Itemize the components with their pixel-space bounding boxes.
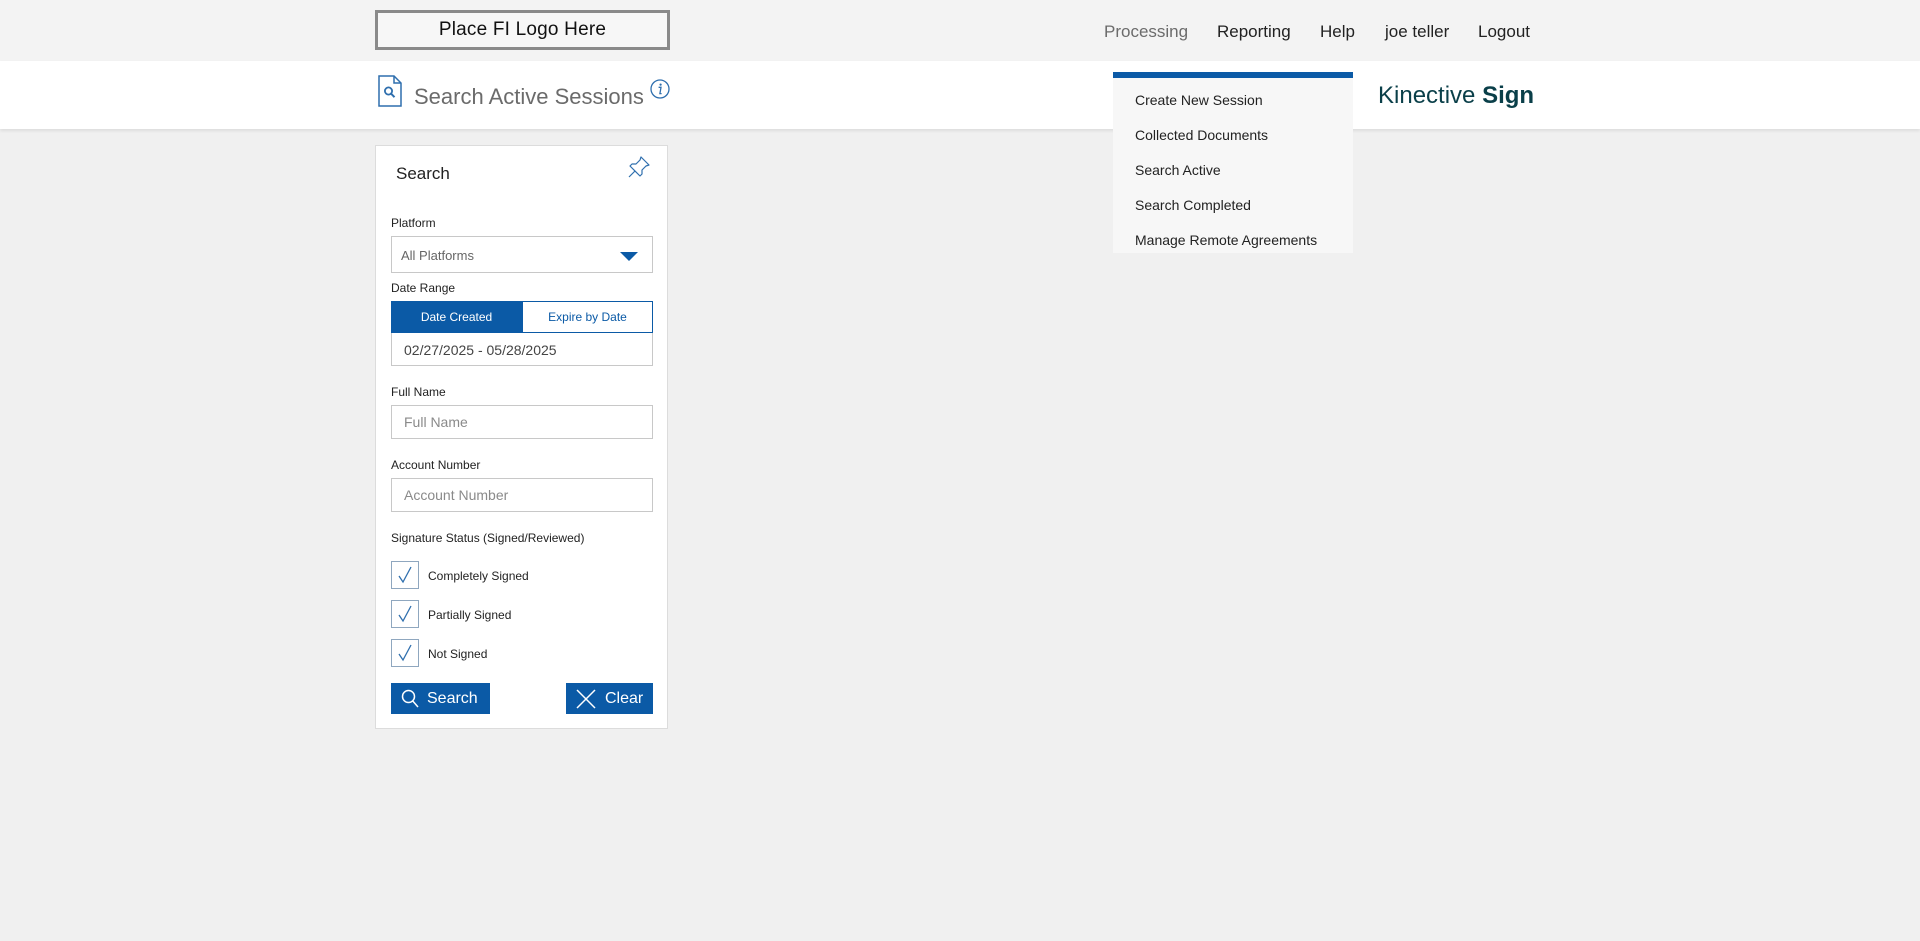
partially-signed-checkbox[interactable] bbox=[391, 600, 419, 628]
platform-label: Platform bbox=[391, 216, 436, 230]
logo-text: Place FI Logo Here bbox=[438, 19, 607, 40]
top-navigation-bar: Place FI Logo Here Processing Reporting … bbox=[0, 0, 1920, 61]
menu-item-search-completed[interactable]: Search Completed bbox=[1135, 197, 1251, 213]
nav-help[interactable]: Help bbox=[1320, 22, 1355, 42]
date-range-field[interactable]: 02/27/2025 - 05/28/2025 bbox=[391, 333, 653, 366]
brand-name-bold: Sign bbox=[1482, 82, 1535, 109]
signature-status-label: Signature Status (Signed/Reviewed) bbox=[391, 531, 585, 545]
clear-button-label: Clear bbox=[605, 689, 644, 707]
search-document-icon bbox=[377, 75, 403, 112]
menu-item-search-active[interactable]: Search Active bbox=[1135, 162, 1221, 178]
completely-signed-checkbox[interactable] bbox=[391, 561, 419, 589]
account-number-label: Account Number bbox=[391, 458, 481, 472]
menu-item-collected-documents[interactable]: Collected Documents bbox=[1135, 127, 1268, 143]
completely-signed-label: Completely Signed bbox=[428, 569, 529, 583]
processing-dropdown-menu: Create New Session Collected Documents S… bbox=[1113, 72, 1353, 253]
not-signed-checkbox[interactable] bbox=[391, 639, 419, 667]
nav-user-name[interactable]: joe teller bbox=[1385, 22, 1449, 42]
search-button[interactable]: Search bbox=[391, 683, 490, 714]
info-icon[interactable] bbox=[650, 79, 670, 104]
panel-title: Search bbox=[396, 164, 450, 183]
checkmark-icon bbox=[398, 566, 412, 584]
nav-processing[interactable]: Processing bbox=[1104, 22, 1188, 42]
platform-select[interactable]: All Platforms bbox=[391, 236, 653, 273]
search-panel: Search Platform All Platforms Date Range… bbox=[375, 145, 668, 729]
full-name-label: Full Name bbox=[391, 385, 446, 399]
date-range-value: 02/27/2025 - 05/28/2025 bbox=[404, 342, 557, 358]
date-created-toggle[interactable]: Date Created bbox=[391, 301, 522, 333]
page-header bbox=[0, 61, 1920, 129]
search-icon bbox=[401, 689, 419, 709]
account-number-input[interactable] bbox=[391, 478, 653, 512]
caret-down-icon bbox=[620, 252, 638, 261]
close-icon bbox=[575, 688, 597, 710]
platform-selected-value: All Platforms bbox=[401, 248, 474, 263]
nav-reporting[interactable]: Reporting bbox=[1217, 22, 1291, 42]
nav-logout[interactable]: Logout bbox=[1478, 22, 1530, 42]
fi-logo-placeholder: Place FI Logo Here bbox=[375, 10, 670, 50]
page-title: Search Active Sessions bbox=[414, 84, 644, 109]
clear-button[interactable]: Clear bbox=[566, 683, 653, 714]
checkmark-icon bbox=[398, 644, 412, 662]
brand-name-light: Kinective bbox=[1378, 82, 1483, 109]
full-name-input[interactable] bbox=[391, 405, 653, 439]
brand-logo: Kinective Sign bbox=[1378, 82, 1534, 110]
not-signed-label: Not Signed bbox=[428, 647, 488, 661]
menu-item-create-new-session[interactable]: Create New Session bbox=[1135, 92, 1263, 108]
pin-icon[interactable] bbox=[626, 154, 652, 185]
search-button-label: Search bbox=[427, 689, 478, 707]
menu-item-manage-remote-agreements[interactable]: Manage Remote Agreements bbox=[1135, 232, 1317, 248]
partially-signed-label: Partially Signed bbox=[428, 608, 512, 622]
expire-by-date-toggle[interactable]: Expire by Date bbox=[522, 301, 653, 333]
date-range-label: Date Range bbox=[391, 281, 456, 295]
checkmark-icon bbox=[398, 605, 412, 623]
